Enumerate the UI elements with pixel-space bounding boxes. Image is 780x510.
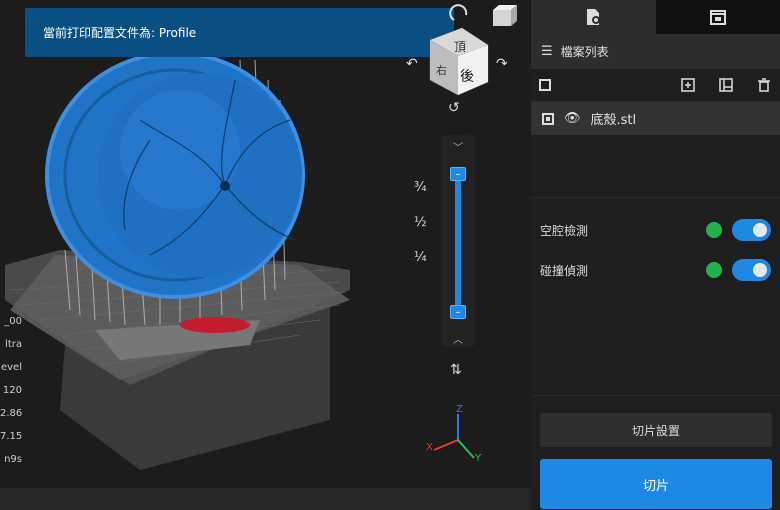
view-cube[interactable]: 後 頂 右 ↶ ↷ ↺ xyxy=(400,0,525,130)
toast-text: 當前打印配置文件為: Profile xyxy=(43,26,197,40)
axis-gizmo: Z X Y xyxy=(420,400,490,475)
rotate-right-icon[interactable]: ↷ xyxy=(496,56,508,72)
layout-icon[interactable] xyxy=(718,77,734,93)
swap-layers-icon[interactable]: ⇅ xyxy=(450,362,462,378)
file-list-header: ☰ 檔案列表 xyxy=(531,34,780,69)
list-icon: ☰ xyxy=(541,44,553,59)
right-panel: ☰ 檔案列表 👁 底殼.stl 空腔檢測 碰撞偵測 切片設置 切片 xyxy=(531,0,780,510)
layer-slider[interactable]: ﹀ – – ︿ xyxy=(441,135,475,347)
info-line: 120 xyxy=(2,385,22,396)
file-name: 底殼.stl xyxy=(590,113,637,128)
file-gear-icon xyxy=(587,9,601,25)
delete-icon[interactable] xyxy=(756,77,772,93)
chevron-down-icon[interactable]: ﹀ xyxy=(441,139,475,154)
rotate-down-icon[interactable]: ↺ xyxy=(448,100,460,116)
layer-range-track[interactable] xyxy=(455,171,461,311)
info-line: 2.86 xyxy=(0,408,22,419)
slice-settings-button[interactable]: 切片設置 xyxy=(540,413,772,447)
fraction-label[interactable]: ½ xyxy=(414,215,427,230)
info-line: _00 xyxy=(4,316,22,327)
info-line: evel xyxy=(0,362,22,373)
rotate-up-icon xyxy=(449,4,468,21)
panel-tabs xyxy=(531,0,780,34)
file-settings-tab[interactable] xyxy=(531,0,656,34)
3d-viewport[interactable]: 當前打印配置文件為: Profile _00 ltra evel 120 2.8… xyxy=(0,0,531,510)
file-list-toolbar xyxy=(531,69,780,102)
select-all-checkbox[interactable] xyxy=(539,79,551,91)
info-line: 7.15 xyxy=(0,431,22,442)
ok-smiley-icon xyxy=(706,222,722,238)
cube-face-top[interactable]: 頂 xyxy=(454,38,466,55)
app-window: 當前打印配置文件為: Profile _00 ltra evel 120 2.8… xyxy=(0,0,780,510)
axis-z-label: Z xyxy=(456,404,463,415)
axis-x-label: X xyxy=(426,442,433,453)
hollow-check-label: 空腔檢測 xyxy=(540,223,589,238)
file-list-title: 檔案列表 xyxy=(560,45,609,59)
left-info-panel: _00 ltra evel 120 2.86 7.15 n9s xyxy=(0,310,22,471)
slice-button[interactable]: 切片 xyxy=(540,459,772,509)
printer-icon xyxy=(709,10,726,25)
visibility-eye-icon[interactable]: 👁 xyxy=(564,111,581,126)
fraction-label[interactable]: ¼ xyxy=(414,250,427,265)
hollow-check-toggle[interactable] xyxy=(732,219,771,241)
ok-smiley-icon xyxy=(706,262,722,278)
file-list-item[interactable]: 👁 底殼.stl xyxy=(531,102,780,135)
fraction-label[interactable]: ¾ xyxy=(414,180,427,195)
item-checkbox[interactable] xyxy=(542,112,554,125)
panel-divider xyxy=(531,395,780,396)
hollow-check-row: 空腔檢測 xyxy=(531,210,780,250)
lower-layer-thumb[interactable]: – xyxy=(450,305,466,319)
upper-layer-thumb[interactable]: – xyxy=(450,167,466,181)
add-file-icon[interactable] xyxy=(680,77,696,93)
info-line: n9s xyxy=(4,454,22,465)
collision-check-toggle[interactable] xyxy=(732,259,771,281)
printer-tab[interactable] xyxy=(655,0,780,34)
rotate-left-icon[interactable]: ↶ xyxy=(406,56,418,72)
cube-face-front[interactable]: 後 xyxy=(460,66,474,86)
cube-face-side[interactable]: 右 xyxy=(436,62,447,78)
collision-check-row: 碰撞偵測 xyxy=(531,250,780,290)
collision-check-label: 碰撞偵測 xyxy=(540,263,589,278)
profile-toast: 當前打印配置文件為: Profile xyxy=(25,8,454,57)
info-line: ltra xyxy=(5,339,22,350)
status-strip xyxy=(0,488,531,510)
file-list-empty-area xyxy=(531,135,780,198)
axis-y-label: Y xyxy=(475,453,482,464)
home-view-icon xyxy=(493,10,511,26)
chevron-up-icon[interactable]: ︿ xyxy=(441,331,475,346)
